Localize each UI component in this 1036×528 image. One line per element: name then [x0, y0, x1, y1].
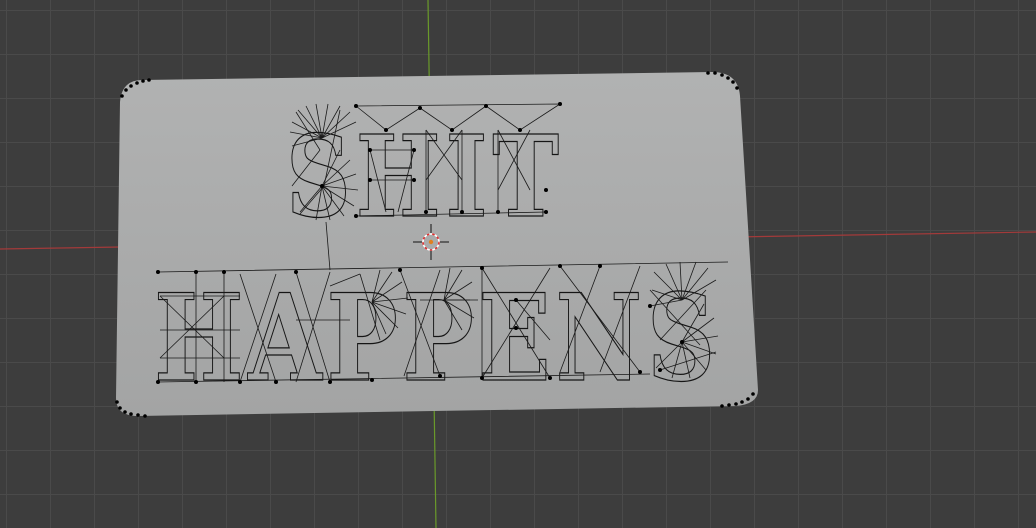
viewport-canvas: SHIT HAPPENS [0, 0, 1036, 528]
3d-viewport[interactable]: SHIT HAPPENS [0, 0, 1036, 528]
mesh-text-line2[interactable]: HAPPENS [153, 267, 720, 409]
mesh-text-line1[interactable]: SHIT [285, 111, 564, 243]
